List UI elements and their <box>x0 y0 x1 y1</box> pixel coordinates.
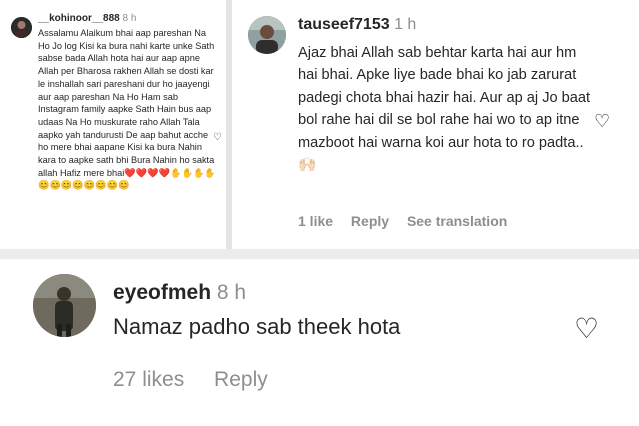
username-link[interactable]: eyeofmeh <box>113 281 211 304</box>
comment-header: tauseef7153 1 h <box>298 16 416 34</box>
comment-actions: 27 likes Reply <box>113 368 292 392</box>
like-heart-icon[interactable]: ♡ <box>594 111 610 132</box>
bottom-comment-panel <box>0 259 639 426</box>
like-heart-icon[interactable]: ♡ <box>213 132 222 143</box>
comment-text: Assalamu Alaikum bhai aap pareshan Na Ho… <box>38 28 216 191</box>
reply-button[interactable]: Reply <box>214 368 268 391</box>
comment-header: eyeofmeh 8 h <box>113 281 246 305</box>
comment-time: 8 h <box>122 13 137 24</box>
likes-count[interactable]: 1 like <box>298 213 333 229</box>
reply-button[interactable]: Reply <box>351 213 389 229</box>
comment-time: 1 h <box>394 16 417 33</box>
like-heart-icon[interactable]: ♡ <box>574 312 599 345</box>
username-link[interactable]: tauseef7153 <box>298 16 390 33</box>
comment-actions: 1 like Reply See translation <box>298 213 521 229</box>
avatar[interactable] <box>33 274 96 337</box>
comment-header: __kohinoor__888 8 h <box>38 13 136 24</box>
avatar-image <box>248 16 286 54</box>
comment-text: Namaz padho sab theek hota <box>113 314 401 339</box>
comment-text: Ajaz bhai Allah sab behtar karta hai aur… <box>298 45 591 174</box>
comment-time: 8 h <box>216 281 247 304</box>
horizontal-separator <box>0 249 639 259</box>
avatar-image <box>33 274 96 337</box>
avatar-image <box>11 17 32 38</box>
see-translation-link[interactable]: See translation <box>407 213 507 229</box>
avatar[interactable] <box>11 17 32 38</box>
avatar[interactable] <box>248 16 286 54</box>
likes-count[interactable]: 27 likes <box>113 368 184 391</box>
username-link[interactable]: __kohinoor__888 <box>38 13 120 24</box>
